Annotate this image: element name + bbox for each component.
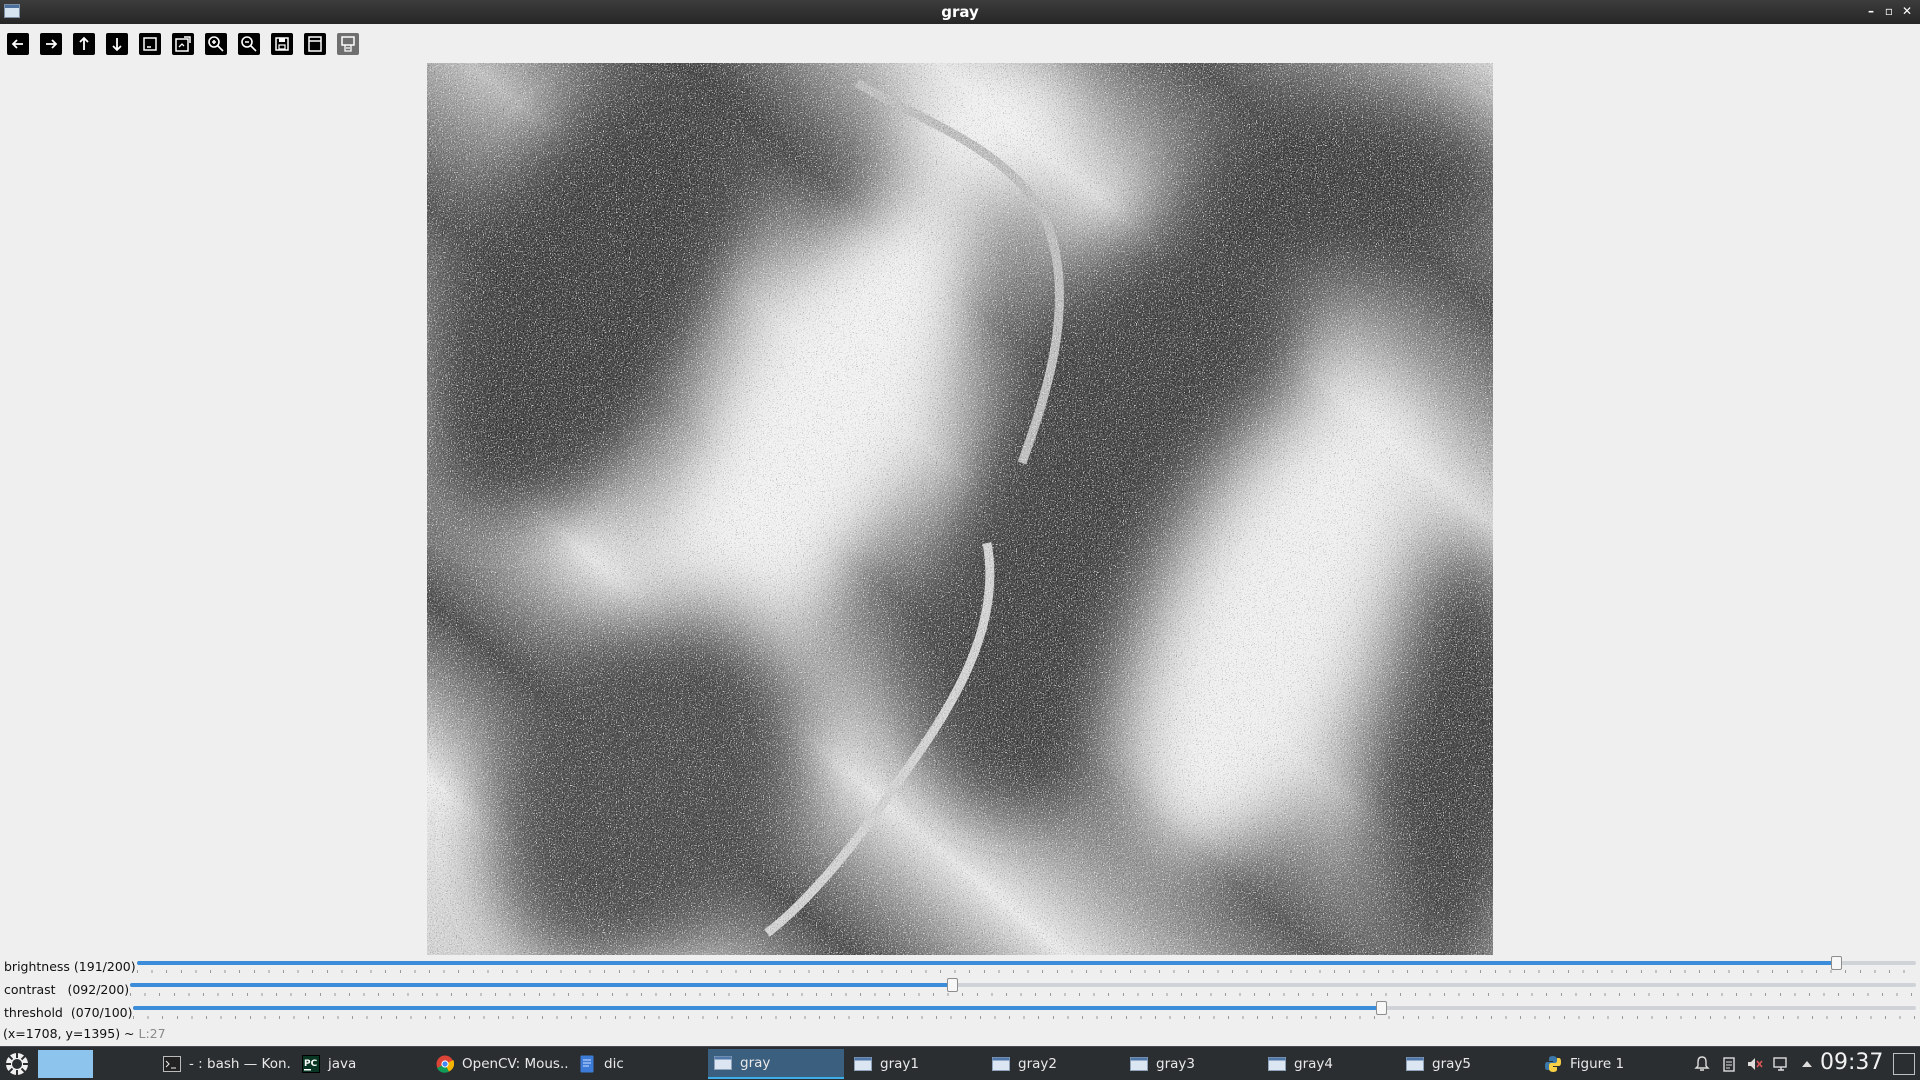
volume-muted-icon[interactable] xyxy=(1746,1055,1764,1073)
task-label: dic xyxy=(604,1056,624,1072)
task-item-active[interactable]: gray xyxy=(708,1049,844,1079)
desktop-pager-1[interactable] xyxy=(38,1050,93,1078)
pan-right-button[interactable] xyxy=(39,32,63,56)
task-item[interactable]: gray5 xyxy=(1400,1049,1532,1079)
threshold-fill xyxy=(133,1006,1382,1010)
save-button[interactable] xyxy=(270,32,294,56)
contrast-thumb[interactable] xyxy=(946,978,958,992)
title-bar: gray – ▫ ✕ xyxy=(0,0,1920,24)
zoom-in-icon xyxy=(205,33,227,55)
contrast-slider[interactable] xyxy=(130,978,1916,992)
brightness-label: brightness (191/200) xyxy=(4,959,136,974)
python-icon xyxy=(1544,1055,1562,1073)
contrast-label: contrast (092/200) xyxy=(4,982,130,997)
zoom-x1-icon xyxy=(139,33,161,55)
zoom-original-button[interactable] xyxy=(138,32,162,56)
window-icon xyxy=(992,1055,1010,1073)
threshold-label: threshold (070/100) xyxy=(4,1005,133,1020)
brightness-ticks xyxy=(137,970,1916,973)
task-item[interactable]: gray4 xyxy=(1262,1049,1394,1079)
brightness-fill xyxy=(137,961,1836,965)
zoom-in-button[interactable] xyxy=(204,32,228,56)
clipboard-icon[interactable] xyxy=(1720,1055,1738,1073)
task-item[interactable]: dic xyxy=(572,1049,702,1079)
svg-text:PC: PC xyxy=(304,1059,318,1069)
contrast-fill xyxy=(130,983,952,987)
pan-down-button[interactable] xyxy=(105,32,129,56)
clock[interactable]: 09:37 xyxy=(1820,1050,1883,1075)
app-launcher-icon xyxy=(6,1053,28,1075)
zoom-out-icon xyxy=(238,33,260,55)
properties-button[interactable] xyxy=(303,32,327,56)
status-extra: L:27 xyxy=(138,1026,166,1041)
task-label: Figure 1 xyxy=(1570,1056,1625,1072)
network-icon[interactable] xyxy=(1772,1055,1790,1073)
task-label: gray2 xyxy=(1018,1056,1057,1072)
zoom-fit-button[interactable] xyxy=(171,32,195,56)
task-item[interactable]: gray1 xyxy=(848,1049,980,1079)
task-label: gray3 xyxy=(1156,1056,1195,1072)
task-label: gray4 xyxy=(1294,1056,1333,1072)
window-icon xyxy=(714,1054,732,1072)
close-icon[interactable]: ✕ xyxy=(1898,2,1916,20)
document-icon xyxy=(578,1055,596,1073)
task-label: gray xyxy=(740,1055,771,1071)
pan-left-button[interactable] xyxy=(6,32,30,56)
contrast-ticks xyxy=(130,993,1916,996)
copy-button[interactable] xyxy=(336,32,360,56)
window-icon xyxy=(854,1055,872,1073)
start-menu-button[interactable] xyxy=(2,1050,32,1078)
brightness-thumb[interactable] xyxy=(1830,956,1842,970)
zoom-out-button[interactable] xyxy=(237,32,261,56)
task-item[interactable]: PC java xyxy=(296,1049,426,1079)
status-bar: (x=1708, y=1395) ~ L:27 xyxy=(3,1026,166,1041)
task-label: java xyxy=(328,1056,357,1072)
zoom-fit-icon xyxy=(172,33,194,55)
save-icon xyxy=(271,33,293,55)
image-canvas[interactable] xyxy=(427,63,1493,955)
task-label: gray5 xyxy=(1432,1056,1471,1072)
grayscale-terrain-image xyxy=(427,63,1493,955)
arrow-left-icon xyxy=(7,33,29,55)
arrow-up-icon xyxy=(73,33,95,55)
window-icon xyxy=(1268,1055,1286,1073)
terminal-icon xyxy=(163,1055,181,1073)
task-label: OpenCV: Mous... xyxy=(462,1056,568,1072)
arrow-right-icon xyxy=(40,33,62,55)
pan-up-button[interactable] xyxy=(72,32,96,56)
desktop-pager-2[interactable] xyxy=(96,1050,151,1078)
restore-icon[interactable]: ▫ xyxy=(1880,2,1898,20)
tray-expand-icon[interactable] xyxy=(1798,1055,1816,1073)
arrow-down-icon xyxy=(106,33,128,55)
threshold-slider[interactable] xyxy=(133,1001,1916,1015)
task-label: gray1 xyxy=(880,1056,919,1072)
task-label: - : bash — Kon... xyxy=(189,1056,292,1072)
window-title: gray xyxy=(941,3,979,21)
task-item[interactable]: OpenCV: Mous... xyxy=(430,1049,568,1079)
chrome-icon xyxy=(436,1055,454,1073)
notifications-icon[interactable] xyxy=(1693,1055,1711,1073)
threshold-thumb[interactable] xyxy=(1376,1001,1388,1015)
copy-icon xyxy=(337,33,359,55)
window-icon xyxy=(1130,1055,1148,1073)
taskbar: - : bash — Kon... PC java OpenCV: Mous..… xyxy=(0,1046,1920,1080)
task-item[interactable]: Figure 1 xyxy=(1538,1049,1670,1079)
brightness-slider[interactable] xyxy=(137,956,1916,970)
task-item[interactable]: gray2 xyxy=(986,1049,1118,1079)
window-icon xyxy=(1406,1055,1424,1073)
task-item[interactable]: - : bash — Kon... xyxy=(157,1049,292,1079)
pycharm-icon: PC xyxy=(302,1055,320,1073)
show-desktop-button[interactable] xyxy=(1893,1053,1915,1075)
minimize-icon[interactable]: – xyxy=(1862,2,1880,20)
task-item[interactable]: gray3 xyxy=(1124,1049,1256,1079)
properties-icon xyxy=(304,33,326,55)
status-coords: (x=1708, y=1395) ~ xyxy=(3,1026,139,1041)
threshold-ticks xyxy=(133,1016,1916,1019)
